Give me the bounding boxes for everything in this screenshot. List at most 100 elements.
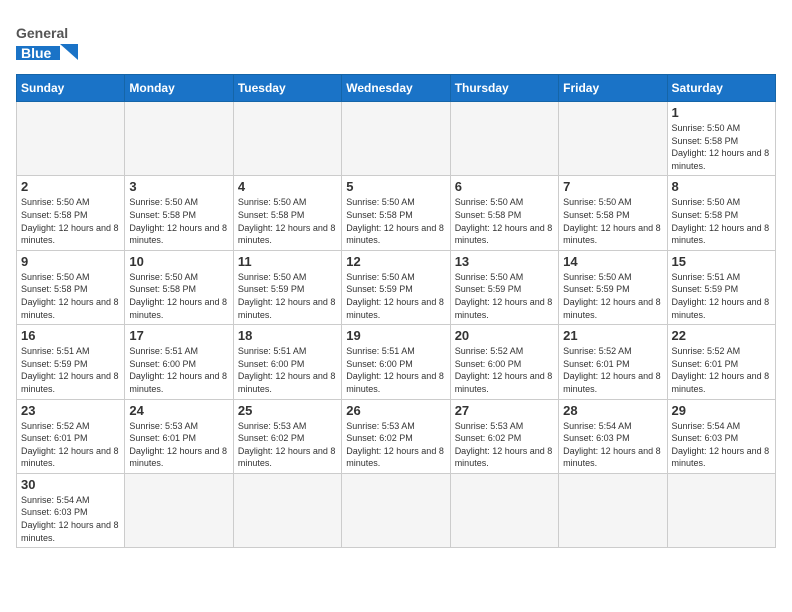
svg-text:Blue: Blue xyxy=(21,45,52,61)
day-number: 1 xyxy=(672,105,771,120)
day-info: Sunrise: 5:52 AM Sunset: 6:00 PM Dayligh… xyxy=(455,345,554,395)
day-info: Sunrise: 5:53 AM Sunset: 6:02 PM Dayligh… xyxy=(238,420,337,470)
day-info: Sunrise: 5:54 AM Sunset: 6:03 PM Dayligh… xyxy=(21,494,120,544)
weekday-header-tuesday: Tuesday xyxy=(233,75,341,102)
calendar-cell: 15 Sunrise: 5:51 AM Sunset: 5:59 PM Dayli… xyxy=(667,250,775,324)
calendar-cell: 25 Sunrise: 5:53 AM Sunset: 6:02 PM Dayli… xyxy=(233,399,341,473)
day-number: 28 xyxy=(563,403,662,418)
calendar-cell xyxy=(450,102,558,176)
day-number: 7 xyxy=(563,179,662,194)
calendar-cell: 5 Sunrise: 5:50 AM Sunset: 5:58 PM Daylig… xyxy=(342,176,450,250)
day-number: 5 xyxy=(346,179,445,194)
day-number: 11 xyxy=(238,254,337,269)
calendar-cell: 8 Sunrise: 5:50 AM Sunset: 5:58 PM Daylig… xyxy=(667,176,775,250)
calendar-cell: 30 Sunrise: 5:54 AM Sunset: 6:03 PM Dayli… xyxy=(17,473,125,547)
page-header: General Blue xyxy=(16,16,776,68)
day-info: Sunrise: 5:54 AM Sunset: 6:03 PM Dayligh… xyxy=(672,420,771,470)
calendar-cell: 2 Sunrise: 5:50 AM Sunset: 5:58 PM Daylig… xyxy=(17,176,125,250)
day-number: 30 xyxy=(21,477,120,492)
calendar-cell xyxy=(125,102,233,176)
day-info: Sunrise: 5:50 AM Sunset: 5:58 PM Dayligh… xyxy=(346,196,445,246)
calendar-cell: 1 Sunrise: 5:50 AM Sunset: 5:58 PM Daylig… xyxy=(667,102,775,176)
day-number: 12 xyxy=(346,254,445,269)
weekday-header-friday: Friday xyxy=(559,75,667,102)
calendar-cell: 23 Sunrise: 5:52 AM Sunset: 6:01 PM Dayli… xyxy=(17,399,125,473)
day-info: Sunrise: 5:51 AM Sunset: 5:59 PM Dayligh… xyxy=(21,345,120,395)
day-info: Sunrise: 5:50 AM Sunset: 5:59 PM Dayligh… xyxy=(455,271,554,321)
calendar-cell: 29 Sunrise: 5:54 AM Sunset: 6:03 PM Dayli… xyxy=(667,399,775,473)
calendar-cell xyxy=(559,102,667,176)
calendar-cell: 7 Sunrise: 5:50 AM Sunset: 5:58 PM Daylig… xyxy=(559,176,667,250)
day-info: Sunrise: 5:51 AM Sunset: 6:00 PM Dayligh… xyxy=(129,345,228,395)
day-info: Sunrise: 5:50 AM Sunset: 5:58 PM Dayligh… xyxy=(129,271,228,321)
day-number: 22 xyxy=(672,328,771,343)
calendar-cell: 14 Sunrise: 5:50 AM Sunset: 5:59 PM Dayli… xyxy=(559,250,667,324)
calendar-cell: 6 Sunrise: 5:50 AM Sunset: 5:58 PM Daylig… xyxy=(450,176,558,250)
day-info: Sunrise: 5:50 AM Sunset: 5:58 PM Dayligh… xyxy=(672,122,771,172)
logo-icon: General Blue xyxy=(16,16,96,68)
weekday-header-saturday: Saturday xyxy=(667,75,775,102)
calendar-cell xyxy=(233,473,341,547)
day-number: 23 xyxy=(21,403,120,418)
svg-text:General: General xyxy=(16,25,68,41)
day-info: Sunrise: 5:50 AM Sunset: 5:59 PM Dayligh… xyxy=(238,271,337,321)
day-info: Sunrise: 5:50 AM Sunset: 5:58 PM Dayligh… xyxy=(238,196,337,246)
calendar-cell: 20Sunrise: 5:52 AM Sunset: 6:00 PM Dayli… xyxy=(450,325,558,399)
day-number: 14 xyxy=(563,254,662,269)
day-number: 15 xyxy=(672,254,771,269)
calendar-cell xyxy=(667,473,775,547)
day-info: Sunrise: 5:50 AM Sunset: 5:59 PM Dayligh… xyxy=(346,271,445,321)
day-info: Sunrise: 5:53 AM Sunset: 6:01 PM Dayligh… xyxy=(129,420,228,470)
calendar-cell: 3 Sunrise: 5:50 AM Sunset: 5:58 PM Daylig… xyxy=(125,176,233,250)
day-info: Sunrise: 5:50 AM Sunset: 5:58 PM Dayligh… xyxy=(129,196,228,246)
calendar-table: SundayMondayTuesdayWednesdayThursdayFrid… xyxy=(16,74,776,548)
day-number: 2 xyxy=(21,179,120,194)
calendar-cell: 9Sunrise: 5:50 AM Sunset: 5:58 PM Daylig… xyxy=(17,250,125,324)
day-info: Sunrise: 5:50 AM Sunset: 5:59 PM Dayligh… xyxy=(563,271,662,321)
day-number: 6 xyxy=(455,179,554,194)
day-number: 25 xyxy=(238,403,337,418)
day-info: Sunrise: 5:50 AM Sunset: 5:58 PM Dayligh… xyxy=(455,196,554,246)
calendar-cell: 24 Sunrise: 5:53 AM Sunset: 6:01 PM Dayli… xyxy=(125,399,233,473)
day-number: 16 xyxy=(21,328,120,343)
day-number: 10 xyxy=(129,254,228,269)
calendar-cell: 28 Sunrise: 5:54 AM Sunset: 6:03 PM Dayli… xyxy=(559,399,667,473)
calendar-cell: 21Sunrise: 5:52 AM Sunset: 6:01 PM Dayli… xyxy=(559,325,667,399)
day-number: 26 xyxy=(346,403,445,418)
calendar-cell xyxy=(125,473,233,547)
day-number: 3 xyxy=(129,179,228,194)
day-number: 24 xyxy=(129,403,228,418)
day-info: Sunrise: 5:50 AM Sunset: 5:58 PM Dayligh… xyxy=(21,196,120,246)
day-number: 13 xyxy=(455,254,554,269)
day-number: 19 xyxy=(346,328,445,343)
calendar-cell: 10 Sunrise: 5:50 AM Sunset: 5:58 PM Dayli… xyxy=(125,250,233,324)
calendar-cell xyxy=(450,473,558,547)
day-info: Sunrise: 5:52 AM Sunset: 6:01 PM Dayligh… xyxy=(21,420,120,470)
day-info: Sunrise: 5:50 AM Sunset: 5:58 PM Dayligh… xyxy=(21,271,120,321)
weekday-header-monday: Monday xyxy=(125,75,233,102)
day-number: 4 xyxy=(238,179,337,194)
calendar-cell: 12 Sunrise: 5:50 AM Sunset: 5:59 PM Dayli… xyxy=(342,250,450,324)
weekday-header-wednesday: Wednesday xyxy=(342,75,450,102)
day-number: 8 xyxy=(672,179,771,194)
day-info: Sunrise: 5:52 AM Sunset: 6:01 PM Dayligh… xyxy=(563,345,662,395)
day-info: Sunrise: 5:51 AM Sunset: 6:00 PM Dayligh… xyxy=(346,345,445,395)
calendar-cell xyxy=(233,102,341,176)
calendar-cell: 27Sunrise: 5:53 AM Sunset: 6:02 PM Dayli… xyxy=(450,399,558,473)
day-info: Sunrise: 5:54 AM Sunset: 6:03 PM Dayligh… xyxy=(563,420,662,470)
calendar-cell: 22 Sunrise: 5:52 AM Sunset: 6:01 PM Dayli… xyxy=(667,325,775,399)
day-number: 27 xyxy=(455,403,554,418)
day-info: Sunrise: 5:51 AM Sunset: 5:59 PM Dayligh… xyxy=(672,271,771,321)
calendar-cell: 13 Sunrise: 5:50 AM Sunset: 5:59 PM Dayli… xyxy=(450,250,558,324)
calendar-cell: 11 Sunrise: 5:50 AM Sunset: 5:59 PM Dayli… xyxy=(233,250,341,324)
day-info: Sunrise: 5:50 AM Sunset: 5:58 PM Dayligh… xyxy=(563,196,662,246)
day-info: Sunrise: 5:50 AM Sunset: 5:58 PM Dayligh… xyxy=(672,196,771,246)
day-info: Sunrise: 5:53 AM Sunset: 6:02 PM Dayligh… xyxy=(346,420,445,470)
day-info: Sunrise: 5:52 AM Sunset: 6:01 PM Dayligh… xyxy=(672,345,771,395)
calendar-cell xyxy=(559,473,667,547)
day-number: 29 xyxy=(672,403,771,418)
logo: General Blue xyxy=(16,16,96,68)
calendar-cell: 4 Sunrise: 5:50 AM Sunset: 5:58 PM Daylig… xyxy=(233,176,341,250)
calendar-cell: 18Sunrise: 5:51 AM Sunset: 6:00 PM Dayli… xyxy=(233,325,341,399)
day-number: 17 xyxy=(129,328,228,343)
